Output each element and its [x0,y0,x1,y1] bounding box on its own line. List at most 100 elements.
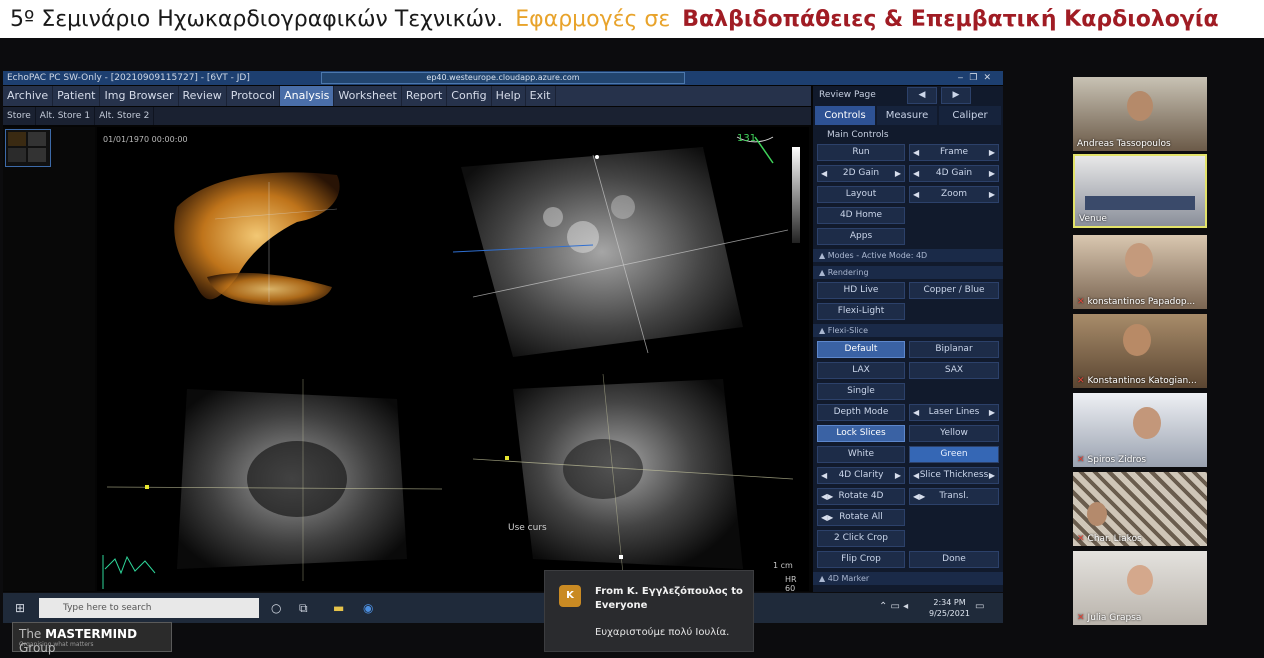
left-arrow-icon[interactable]: ◀ [821,468,827,483]
green-button[interactable]: Green [909,446,999,463]
4d-marker-section-header[interactable]: ▲ 4D Marker [813,572,1003,585]
slice-thickness-stepper[interactable]: ◀ Slice Thickness ▶ [909,467,999,484]
right-arrow-icon[interactable]: ▶ [989,145,995,160]
menu-archive[interactable]: Archive [3,86,54,106]
ge-app-icon[interactable]: ◉ [363,601,373,615]
collapse-icon: ▲ [819,574,828,583]
frame-stepper[interactable]: ◀ Frame ▶ [909,144,999,161]
white-button[interactable]: White [817,446,905,463]
left-arrow-icon[interactable]: ◀ [913,166,919,181]
rotate-all-button[interactable]: ◀▶ Rotate All [817,509,905,526]
close-icon[interactable]: ✕ [983,73,997,83]
participant-tile[interactable]: ✕ Julia Grapsa [1073,551,1207,625]
default-button[interactable]: Default [817,341,905,358]
menu-worksheet[interactable]: Worksheet [334,86,402,106]
menu-patient[interactable]: Patient [53,86,101,106]
review-next-button[interactable]: ▶ [941,87,971,104]
laser-lines-stepper[interactable]: ◀ Laser Lines ▶ [909,404,999,421]
menu-review[interactable]: Review [179,86,227,106]
single-button[interactable]: Single [817,383,905,400]
done-button[interactable]: Done [909,551,999,568]
left-arrow-icon[interactable]: ◀ [913,405,919,420]
left-arrow-icon[interactable]: ◀ [913,145,919,160]
depth-mode-button[interactable]: Depth Mode [817,404,905,421]
right-arrow-icon[interactable]: ▶ [989,405,995,420]
participant-tile[interactable]: ✕ konstantinos Papadop... [1073,235,1207,309]
cortana-icon[interactable]: ○ [271,601,281,615]
modes-label: Modes - Active Mode: 4D [827,251,928,260]
menu-analysis[interactable]: Analysis [280,86,335,106]
chat-notification[interactable]: K From K. Εγγλεζόπουλος to Everyone Ευχα… [544,570,754,652]
right-arrow-icon[interactable]: ▶ [989,166,995,181]
4d-gain-stepper[interactable]: ◀ 4D Gain ▶ [909,165,999,182]
4d-quad-viewer[interactable]: 01/01/1970 00:00:00 131 1 cm HR 60 [97,127,809,593]
windows-start-icon[interactable]: ⊞ [15,601,25,615]
zoom-stepper[interactable]: ◀ Zoom ▶ [909,186,999,203]
participant-tile[interactable]: ✕ Char. Liakos [1073,472,1207,546]
yellow-button[interactable]: Yellow [909,425,999,442]
run-button[interactable]: Run [817,144,905,161]
participant-video [1127,565,1153,595]
tab-measure[interactable]: Measure [877,106,937,125]
menu-help[interactable]: Help [492,86,526,106]
remote-session-bar[interactable]: ep40.westeurope.cloudapp.azure.com [321,72,685,84]
lock-slices-button[interactable]: Lock Slices [817,425,905,442]
tab-caliper[interactable]: Caliper [939,106,1001,125]
right-arrow-icon[interactable]: ▶ [989,468,995,483]
left-arrow-icon[interactable]: ◀ [821,166,827,181]
right-arrow-icon[interactable]: ▶ [895,166,901,181]
layout-button[interactable]: Layout [817,186,905,203]
minimize-icon[interactable]: ‒ [958,73,970,83]
menu-exit[interactable]: Exit [526,86,556,106]
volume-render-view[interactable] [97,127,453,359]
menu-protocol[interactable]: Protocol [227,86,281,106]
tab-controls[interactable]: Controls [815,106,875,125]
slice-view-bottom-right[interactable] [453,359,809,591]
flexi-slice-section-header[interactable]: ▲ Flexi-Slice [813,324,1003,337]
participant-tile-venue[interactable]: Venue [1073,154,1207,228]
task-view-icon[interactable]: ⧉ [299,601,308,616]
rendering-section-header[interactable]: ▲ Rendering [813,266,1003,279]
participant-tile[interactable]: ✕ Konstantinos Katogian... [1073,314,1207,388]
left-arrow-icon[interactable]: ◀ [913,468,919,483]
right-arrow-icon[interactable]: ▶ [895,468,901,483]
modes-section-header[interactable]: ▲ Modes - Active Mode: 4D [813,249,1003,262]
flexi-light-button[interactable]: Flexi-Light [817,303,905,320]
windows-taskbar: ⊞ Type here to search ○ ⧉ ▬ ◉ ⌃ ▭ ◂ 2:34… [3,593,1003,623]
review-prev-button[interactable]: ◀ [907,87,937,104]
menu-report[interactable]: Report [402,86,448,106]
menu-img-browser[interactable]: Img Browser [100,86,179,106]
store-button[interactable]: Store [3,107,36,125]
4d-clarity-stepper[interactable]: ◀ 4D Clarity ▶ [817,467,905,484]
menu-config[interactable]: Config [447,86,492,106]
right-arrow-icon[interactable]: ▶ [989,187,995,202]
taskbar-search-input[interactable]: Type here to search [39,598,259,618]
taskbar-clock[interactable]: 2:34 PM 9/25/2021 [929,597,970,619]
2d-gain-stepper[interactable]: ◀ 2D Gain ▶ [817,165,905,182]
4d-home-button[interactable]: 4D Home [817,207,905,224]
transl-button[interactable]: ◀▶ Transl. [909,488,999,505]
biplanar-button[interactable]: Biplanar [909,341,999,358]
left-arrow-icon[interactable]: ◀ [913,187,919,202]
sax-button[interactable]: SAX [909,362,999,379]
participant-tile[interactable]: ✕ Spiros Zidros [1073,393,1207,467]
frame-label: Frame [939,147,969,157]
notification-center-icon[interactable]: ▭ [975,601,984,612]
slice-view-bottom-left[interactable] [97,359,453,591]
alt-store-1-button[interactable]: Alt. Store 1 [36,107,96,125]
participant-tile[interactable]: Andreas Tassopoulos [1073,77,1207,151]
restore-icon[interactable]: ❐ [969,73,983,83]
tray-icons[interactable]: ⌃ ▭ ◂ [879,601,908,612]
hd-live-button[interactable]: HD Live [817,282,905,299]
slice-view-top-right[interactable] [453,127,809,359]
lax-button[interactable]: LAX [817,362,905,379]
clip-thumbnail[interactable] [5,129,51,167]
copper-blue-button[interactable]: Copper / Blue [909,282,999,299]
file-explorer-icon[interactable]: ▬ [333,601,344,615]
window-controls[interactable]: ‒❐✕ [958,71,997,85]
2-click-crop-button[interactable]: 2 Click Crop [817,530,905,547]
alt-store-2-button[interactable]: Alt. Store 2 [95,107,155,125]
flip-crop-button[interactable]: Flip Crop [817,551,905,568]
apps-button[interactable]: Apps [817,228,905,245]
rotate-4d-button[interactable]: ◀▶ Rotate 4D [817,488,905,505]
